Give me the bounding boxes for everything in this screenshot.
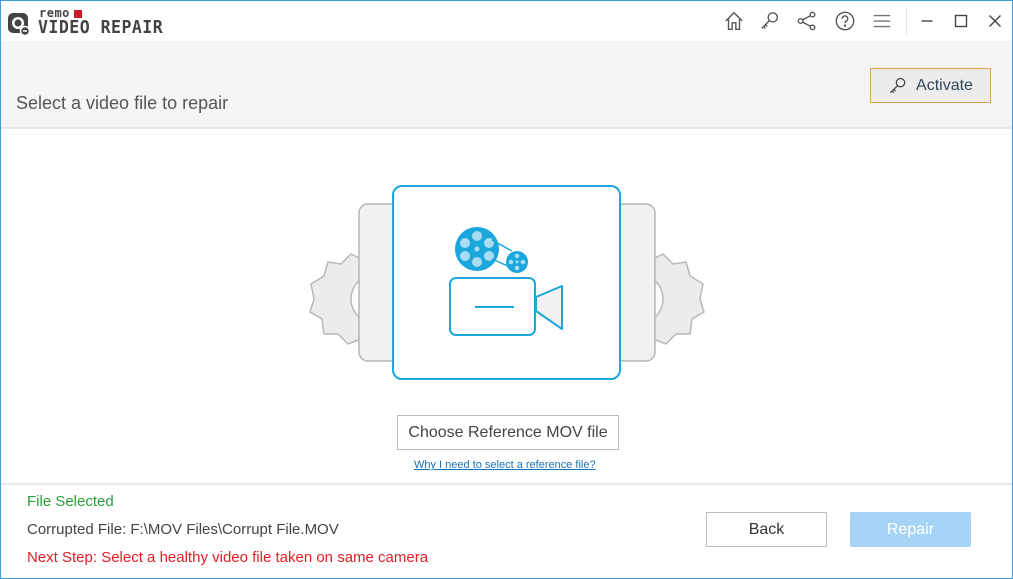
key-icon [761, 12, 779, 29]
maximize-button[interactable] [949, 9, 973, 33]
title-bar: remo VIDEO REPAIR [1, 1, 1012, 41]
home-icon [725, 11, 743, 30]
close-button[interactable] [983, 9, 1007, 33]
logo-mark-icon [8, 13, 31, 36]
footer-divider [1, 483, 1012, 485]
page-title: Select a video file to repair [16, 93, 229, 113]
next-step-text: Next Step: Select a healthy video file t… [27, 549, 429, 566]
help-button[interactable] [833, 9, 857, 33]
right-gear-icon [652, 253, 705, 345]
header-bar: Select a video file to repair Activate [1, 41, 1012, 129]
titlebar-separator [906, 8, 907, 35]
home-button[interactable] [722, 9, 746, 33]
share-button[interactable] [795, 9, 819, 33]
right-panel [614, 203, 656, 362]
minimize-button[interactable] [915, 9, 939, 33]
video-camera-icon [449, 227, 563, 336]
menu-icon [873, 14, 891, 28]
choose-reference-button[interactable]: Choose Reference MOV file [397, 415, 619, 450]
key-button[interactable] [758, 9, 782, 33]
activate-label: Activate [916, 76, 973, 94]
close-icon [989, 15, 1001, 27]
app-logo: remo VIDEO REPAIR [7, 6, 187, 38]
brand-title: VIDEO REPAIR [38, 17, 164, 38]
share-icon [797, 11, 816, 31]
app-window: remo VIDEO REPAIR Select a video file to… [0, 0, 1013, 579]
activate-button[interactable]: Activate [870, 68, 991, 103]
key-icon [890, 77, 906, 93]
minimize-icon [921, 20, 933, 22]
help-icon [835, 11, 855, 31]
corrupted-file-path: Corrupted File: F:\MOV Files\Corrupt Fil… [27, 521, 339, 538]
back-button[interactable]: Back [706, 512, 827, 547]
repair-button[interactable]: Repair [850, 512, 971, 547]
reference-help-link[interactable]: Why I need to select a reference file? [414, 459, 596, 471]
maximize-icon [954, 14, 968, 28]
video-drop-card[interactable] [392, 185, 621, 380]
repair-illustration [306, 184, 708, 384]
menu-button[interactable] [870, 9, 894, 33]
status-text: File Selected [27, 493, 114, 510]
left-gear-icon [309, 253, 362, 345]
